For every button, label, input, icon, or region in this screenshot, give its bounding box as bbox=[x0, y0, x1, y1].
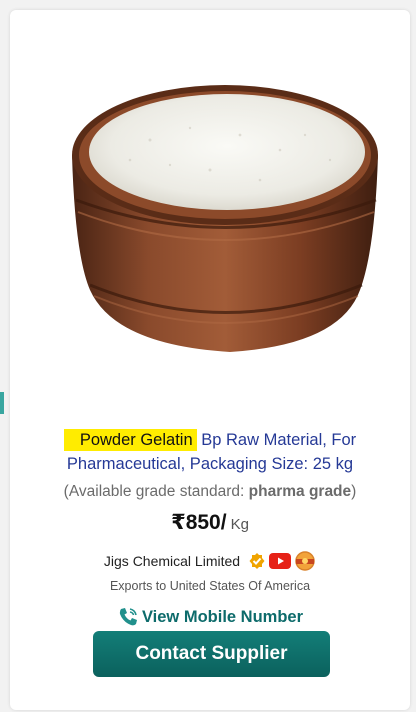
youtube-icon[interactable] bbox=[269, 553, 292, 569]
product-title-highlight: Powder Gelatin bbox=[63, 429, 197, 451]
contact-supplier-button[interactable]: Contact Supplier bbox=[93, 631, 330, 677]
product-price: ₹850/Kg bbox=[20, 510, 400, 535]
product-image[interactable] bbox=[10, 10, 410, 410]
gelatin-bowl-image bbox=[72, 85, 378, 352]
grade-value: pharma grade bbox=[248, 483, 352, 500]
verified-badge-icon bbox=[249, 553, 265, 569]
price-unit: Kg bbox=[230, 516, 249, 533]
supplier-badges bbox=[248, 551, 316, 571]
phone-icon bbox=[119, 608, 137, 626]
exports-info: Exports to United States Of America bbox=[109, 579, 311, 593]
leading-supplier-badge-icon bbox=[295, 551, 315, 571]
grade-prefix: (Available grade standard: bbox=[63, 483, 249, 500]
product-title[interactable]: Powder Gelatin Bp Raw Material, For Phar… bbox=[30, 428, 390, 476]
grade-suffix: ) bbox=[351, 483, 357, 500]
product-card: Powder Gelatin Bp Raw Material, For Phar… bbox=[10, 10, 410, 710]
price-amount: ₹850/ bbox=[171, 511, 227, 534]
supplier-row: Jigs Chemical Limited bbox=[20, 551, 400, 571]
supplier-name[interactable]: Jigs Chemical Limited bbox=[104, 553, 240, 569]
carousel-edge-indicator bbox=[0, 392, 4, 414]
view-mobile-number-label: View Mobile Number bbox=[141, 607, 304, 626]
grade-standard: (Available grade standard: pharma grade) bbox=[20, 483, 400, 501]
view-mobile-number-link[interactable]: View Mobile Number bbox=[20, 606, 400, 628]
